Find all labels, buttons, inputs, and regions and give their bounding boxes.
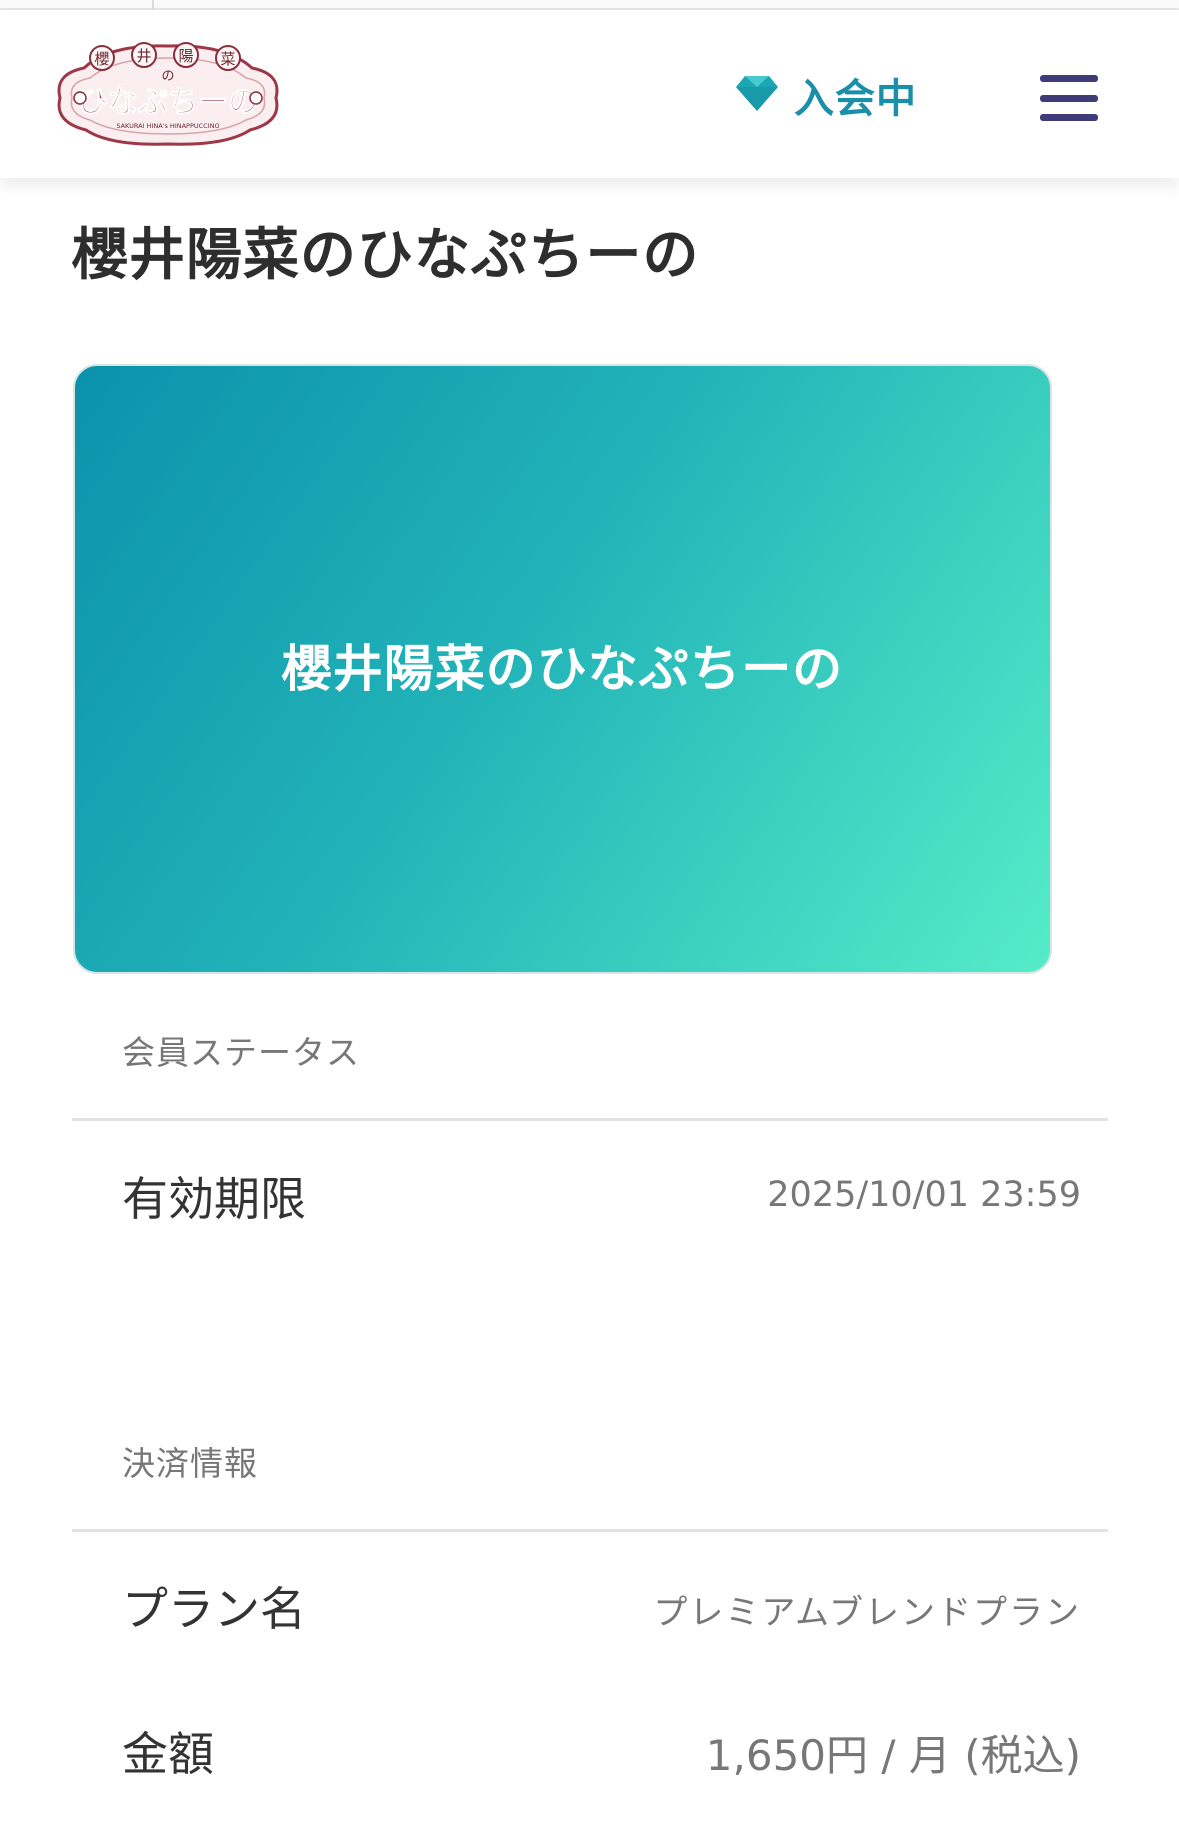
membership-card-title: 櫻井陽菜のひなぷちーの xyxy=(281,640,844,698)
menu-line-middle xyxy=(1040,94,1098,102)
logo-graphic: 櫻 井 陽 菜 の ひなぷちーの SAKURAI HINA's HINAPPUC… xyxy=(57,42,279,146)
member-status-section-label: 会員ステータス xyxy=(122,1033,360,1072)
membership-card: 櫻井陽菜のひなぷちーの xyxy=(73,364,1052,974)
membership-status: 入会中 xyxy=(734,65,917,125)
menu-line-bottom xyxy=(1040,114,1098,121)
payment-section-label: 決済情報 xyxy=(122,1444,258,1483)
logo-char-1: 櫻 xyxy=(94,50,109,68)
amount-value: 1,650円 / 月 (税込) xyxy=(705,1731,1081,1780)
page-title: 櫻井陽菜のひなぷちーの xyxy=(72,223,700,288)
member-status-divider xyxy=(72,1118,1108,1121)
site-logo[interactable]: 櫻 井 陽 菜 の ひなぷちーの SAKURAI HINA's HINAPPUC… xyxy=(50,38,286,150)
logo-char-4: 菜 xyxy=(220,50,235,68)
site-header: 櫻 井 陽 菜 の ひなぷちーの SAKURAI HINA's HINAPPUC… xyxy=(0,10,1179,178)
expiry-label: 有効期限 xyxy=(122,1172,306,1226)
logo-main-text: ひなぷちーの xyxy=(78,85,258,120)
logo-connector: の xyxy=(161,69,174,84)
expiry-value: 2025/10/01 23:59 xyxy=(767,1175,1081,1215)
payment-divider xyxy=(72,1529,1108,1532)
plan-name-label: プラン名 xyxy=(122,1582,306,1636)
logo-char-3: 陽 xyxy=(178,47,193,65)
membership-status-label: 入会中 xyxy=(794,76,917,122)
amount-label: 金額 xyxy=(122,1727,214,1781)
top-border xyxy=(0,0,1179,10)
menu-line-top xyxy=(1040,75,1098,82)
plan-name-value: プレミアムブレンドプラン xyxy=(653,1593,1081,1633)
hamburger-menu-icon[interactable] xyxy=(1040,75,1098,121)
diamond-icon xyxy=(734,73,780,117)
logo-subtitle: SAKURAI HINA's HINAPPUCCINO xyxy=(116,122,219,130)
logo-char-2: 井 xyxy=(136,47,151,65)
top-border-tick xyxy=(152,0,154,10)
